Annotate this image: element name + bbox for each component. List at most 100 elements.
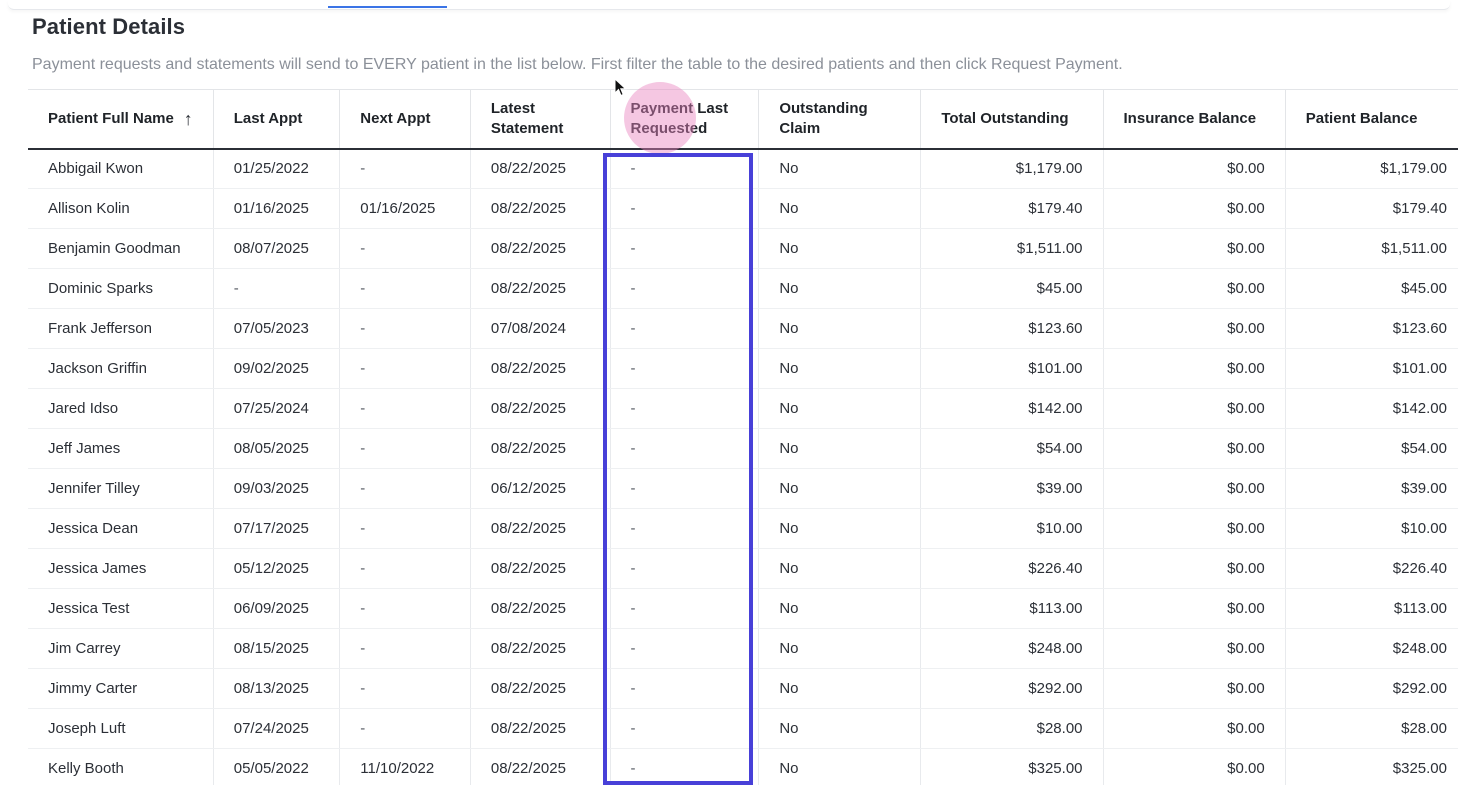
table-row[interactable]: Jeff James 08/05/2025-08/22/2025- No $54.00…: [28, 428, 1458, 469]
cell-patient-balance: $248.00: [1285, 628, 1458, 669]
cell-total-outstanding: $28.00: [920, 708, 1104, 749]
table-row[interactable]: Allison Kolin 01/16/2025 01/16/2025 08/22/2…: [28, 188, 1458, 229]
cell-payment-last-requested: -: [610, 668, 760, 709]
cell-outstanding-claim: No: [758, 188, 922, 229]
table-row[interactable]: Joseph Luft 07/24/2025-08/22/2025- No $28.0…: [28, 708, 1458, 749]
table-row[interactable]: Jessica Test 06/09/2025-08/22/2025- No $113…: [28, 588, 1458, 629]
column-header-label: Payment Last Requested: [630, 99, 729, 137]
cell-patient-balance: $113.00: [1285, 588, 1458, 629]
table-row[interactable]: Dominic Sparks - -08/22/2025- No $45.00 $0.00…: [28, 268, 1458, 309]
column-header-next-appt[interactable]: Next Appt: [339, 89, 471, 150]
cell-outstanding-claim: No: [758, 268, 922, 309]
table-row[interactable]: Jennifer Tilley 09/03/2025-06/12/2025- No $…: [28, 468, 1458, 509]
cell-next-appt: -: [339, 148, 471, 189]
cell-last-appt: 01/25/2022: [213, 148, 341, 189]
cell-total-outstanding: $179.40: [920, 188, 1104, 229]
cell-outstanding-claim: No: [758, 668, 922, 709]
cell-total-outstanding: $226.40: [920, 548, 1104, 589]
table-row[interactable]: Frank Jefferson 07/05/2023-07/08/2024- No $…: [28, 308, 1458, 349]
cell-payment-last-requested: -: [610, 708, 760, 749]
cell-total-outstanding: $1,511.00: [920, 228, 1104, 269]
cell-last-appt: 06/09/2025: [213, 588, 341, 629]
arrow-up-icon[interactable]: ↑: [184, 109, 193, 129]
cell-latest-statement: 08/22/2025: [470, 508, 611, 549]
table-body: Abbigail Kwon 01/25/2022-08/22/2025- No $1,…: [28, 148, 1458, 785]
cell-patient-name: Dominic Sparks: [28, 268, 214, 309]
cell-insurance-balance: $0.00: [1103, 348, 1286, 389]
column-header-latest-statement[interactable]: Latest Statement: [470, 89, 611, 150]
cell-last-appt: 08/07/2025: [213, 228, 341, 269]
cell-latest-statement: 08/22/2025: [470, 348, 611, 389]
column-header-label: Insurance Balance: [1123, 109, 1257, 127]
cell-last-appt: 05/05/2022: [213, 748, 341, 785]
table-row[interactable]: Jessica James 05/12/2025-08/22/2025- No $22…: [28, 548, 1458, 589]
cell-outstanding-claim: No: [758, 468, 922, 509]
column-header-outstanding-claim[interactable]: Outstanding Claim: [758, 89, 922, 150]
cell-payment-last-requested: -: [610, 148, 760, 189]
cell-insurance-balance: $0.00: [1103, 628, 1286, 669]
cell-total-outstanding: $248.00: [920, 628, 1104, 669]
cell-insurance-balance: $0.00: [1103, 748, 1286, 785]
cell-insurance-balance: $0.00: [1103, 708, 1286, 749]
cell-last-appt: 07/05/2023: [213, 308, 341, 349]
cell-patient-name: Benjamin Goodman: [28, 228, 214, 269]
column-header-total-outstanding[interactable]: Total Outstanding: [920, 89, 1104, 150]
table-row[interactable]: Jim Carrey 08/15/2025-08/22/2025- No $248.0…: [28, 628, 1458, 669]
table-row[interactable]: Jared Idso 07/25/2024-08/22/2025- No $142.0…: [28, 388, 1458, 429]
cell-next-appt: -: [339, 348, 471, 389]
cell-patient-balance: $292.00: [1285, 668, 1458, 709]
column-header-label: Total Outstanding: [941, 109, 1069, 127]
column-header-payment-last-requested[interactable]: Payment Last Requested: [610, 89, 760, 150]
table-row[interactable]: Jackson Griffin 09/02/2025-08/22/2025- No $…: [28, 348, 1458, 389]
cell-patient-balance: $1,179.00: [1285, 148, 1458, 189]
cell-latest-statement: 08/22/2025: [470, 388, 611, 429]
cell-outstanding-claim: No: [758, 388, 922, 429]
cell-next-appt: 11/10/2022: [339, 748, 471, 785]
cell-latest-statement: 08/22/2025: [470, 628, 611, 669]
cell-patient-balance: $179.40: [1285, 188, 1458, 229]
cell-payment-last-requested: -: [610, 508, 760, 549]
cell-next-appt: -: [339, 708, 471, 749]
column-header-patient-balance[interactable]: Patient Balance: [1285, 89, 1458, 150]
cell-patient-balance: $325.00: [1285, 748, 1458, 785]
cell-outstanding-claim: No: [758, 548, 922, 589]
cell-total-outstanding: $10.00: [920, 508, 1104, 549]
cell-outstanding-claim: No: [758, 228, 922, 269]
column-header-patient-full-name[interactable]: ↑ Patient Full Name: [28, 89, 214, 150]
cell-patient-balance: $123.60: [1285, 308, 1458, 349]
column-header-last-appt[interactable]: Last Appt: [213, 89, 341, 150]
cell-last-appt: 07/24/2025: [213, 708, 341, 749]
table-header-row: ↑ Patient Full Name Last Appt Next Appt …: [28, 89, 1458, 150]
column-header-label: Patient Full Name: [48, 109, 174, 127]
cell-total-outstanding: $1,179.00: [920, 148, 1104, 189]
cell-total-outstanding: $45.00: [920, 268, 1104, 309]
cell-latest-statement: 08/22/2025: [470, 268, 611, 309]
cell-outstanding-claim: No: [758, 148, 922, 189]
table-row[interactable]: Kelly Booth 05/05/2022 11/10/2022 08/22/202…: [28, 748, 1458, 785]
cell-latest-statement: 08/22/2025: [470, 228, 611, 269]
page-title: Patient Details: [32, 14, 186, 39]
cell-last-appt: 08/05/2025: [213, 428, 341, 469]
column-header-label: Last Appt: [233, 109, 303, 127]
table-row[interactable]: Jimmy Carter 08/13/2025-08/22/2025- No $292…: [28, 668, 1458, 709]
cell-latest-statement: 06/12/2025: [470, 468, 611, 509]
cell-next-appt: -: [339, 428, 471, 469]
cell-insurance-balance: $0.00: [1103, 508, 1286, 549]
cell-next-appt: -: [339, 668, 471, 709]
cell-total-outstanding: $39.00: [920, 468, 1104, 509]
cell-next-appt: -: [339, 468, 471, 509]
cell-next-appt: -: [339, 388, 471, 429]
tab-bar: [8, 0, 1450, 10]
patient-table-container[interactable]: ↑ Patient Full Name Last Appt Next Appt …: [28, 89, 1458, 785]
table-row[interactable]: Benjamin Goodman 08/07/2025-08/22/2025- No…: [28, 228, 1458, 269]
cell-latest-statement: 08/22/2025: [470, 708, 611, 749]
cell-outstanding-claim: No: [758, 748, 922, 785]
cell-latest-statement: 08/22/2025: [470, 748, 611, 785]
cell-payment-last-requested: -: [610, 468, 760, 509]
cell-outstanding-claim: No: [758, 348, 922, 389]
table-row[interactable]: Jessica Dean 07/17/2025-08/22/2025- No $10.…: [28, 508, 1458, 549]
cell-insurance-balance: $0.00: [1103, 228, 1286, 269]
table-row[interactable]: Abbigail Kwon 01/25/2022-08/22/2025- No $1,…: [28, 148, 1458, 189]
column-header-insurance-balance[interactable]: Insurance Balance: [1103, 89, 1286, 150]
cell-total-outstanding: $113.00: [920, 588, 1104, 629]
